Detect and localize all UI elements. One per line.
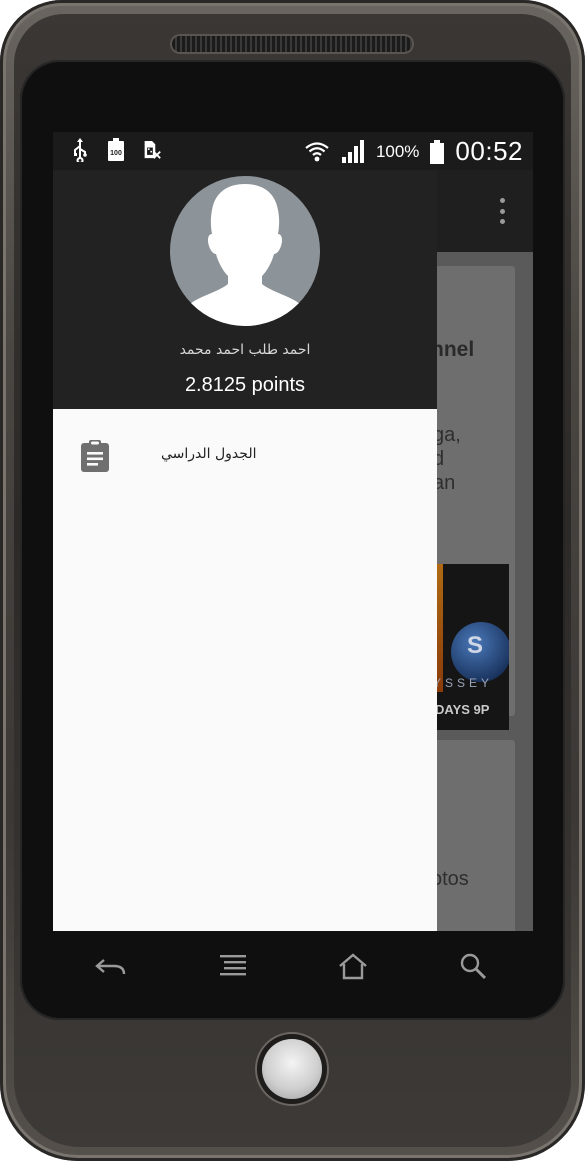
drawer-item-label: الجدول الدراسي	[161, 446, 257, 462]
battery-percent: 100%	[375, 141, 420, 161]
drawer-header: احمد طلب احمد محمد 2.8125 points	[53, 170, 437, 409]
user-name: احمد طلب احمد محمد	[179, 342, 311, 358]
signal-icon	[340, 139, 366, 164]
avatar[interactable]	[170, 176, 320, 326]
battery-100-icon: 100	[107, 138, 125, 162]
more-vert-icon[interactable]	[499, 198, 505, 224]
wifi-icon	[304, 140, 330, 164]
clock: 00:52	[455, 136, 523, 166]
sim-missing-icon	[143, 138, 161, 162]
back-icon[interactable]	[91, 949, 131, 983]
earpiece-speaker	[172, 36, 412, 52]
svg-text:100: 100	[110, 150, 122, 157]
image-text: DAYS 9P	[435, 702, 490, 717]
menu-icon[interactable]	[213, 949, 253, 983]
clipboard-icon	[80, 439, 110, 473]
battery-icon	[429, 139, 445, 164]
status-bar: 100 100% 00:52	[53, 132, 533, 170]
search-icon[interactable]	[453, 949, 493, 983]
card-image: S YSSEY DAYS 9P	[431, 564, 509, 730]
user-points: 2.8125 points	[184, 374, 306, 396]
card-text-line: ga,	[433, 424, 461, 446]
image-text: YSSEY	[433, 676, 494, 690]
navigation-bar	[53, 931, 533, 1001]
navigation-drawer: احمد طلب احمد محمد 2.8125 points الجدول …	[53, 170, 437, 931]
home-icon[interactable]	[333, 949, 373, 983]
person-silhouette-icon	[182, 184, 308, 326]
image-text: S	[467, 632, 484, 659]
card-title: nnel	[431, 338, 475, 361]
drawer-item-schedule[interactable]: الجدول الدراسي	[53, 432, 437, 488]
trackball-button[interactable]	[262, 1039, 322, 1099]
usb-icon	[71, 138, 89, 162]
screen: 100 100% 00:52 nnel ga, d an S YSSEY DAY…	[53, 132, 533, 931]
